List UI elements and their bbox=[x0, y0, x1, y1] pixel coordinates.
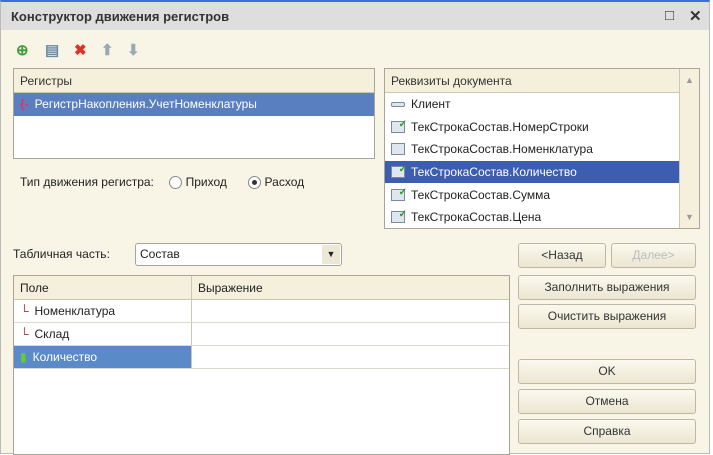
table-row[interactable]: └ Номенклатура bbox=[14, 300, 509, 323]
move-up-icon[interactable]: ⬆ bbox=[101, 41, 114, 59]
add-copy-icon[interactable]: ▤ bbox=[45, 41, 59, 59]
add-icon[interactable]: ⊕ bbox=[16, 41, 29, 59]
dimension-icon: └ bbox=[20, 304, 29, 318]
registers-header: Регистры bbox=[14, 69, 374, 93]
title-bar: Конструктор движения регистров □ ✕ bbox=[1, 2, 709, 30]
scrollbar[interactable]: ▲ ▼ bbox=[679, 69, 699, 228]
move-down-icon[interactable]: ⬇ bbox=[127, 41, 140, 59]
list-item[interactable]: ТекСтрокаСостав.Номенклатура bbox=[385, 138, 679, 161]
resource-icon: ▮ bbox=[20, 350, 27, 364]
table-attribute-icon bbox=[391, 204, 407, 226]
radio-expense[interactable]: Расход bbox=[248, 175, 304, 190]
fill-expressions-button[interactable]: Заполнить выражения bbox=[518, 275, 696, 300]
table-row[interactable]: ▮ Количество bbox=[14, 346, 509, 369]
scroll-up-icon[interactable]: ▲ bbox=[680, 75, 699, 85]
table-row[interactable]: └ Склад bbox=[14, 323, 509, 346]
movement-type-group: Тип движения регистра: Приход Расход bbox=[20, 175, 304, 190]
register-icon: {- bbox=[20, 97, 29, 112]
list-item[interactable]: ТекСтрокаСостав.Сумма bbox=[385, 182, 679, 206]
scroll-down-icon[interactable]: ▼ bbox=[680, 212, 699, 222]
list-item-label: РегистрНакопления.УчетНоменклатуры bbox=[34, 97, 257, 112]
list-item[interactable]: Клиент bbox=[385, 93, 679, 116]
help-button[interactable]: Справка bbox=[518, 419, 696, 444]
fields-table[interactable]: Поле Выражение └ Номенклатура └ Склад ▮ Кол… bbox=[13, 275, 510, 455]
table-attribute-icon bbox=[391, 159, 407, 181]
table-attribute-icon bbox=[391, 114, 407, 136]
registers-list[interactable]: Регистры {- РегистрНакопления.УчетНоменк… bbox=[13, 68, 375, 159]
requisites-header: Реквизиты документа bbox=[385, 69, 699, 93]
attribute-icon bbox=[391, 101, 405, 107]
tabular-part-label: Табличная часть: bbox=[13, 247, 110, 261]
maximize-icon[interactable]: □ bbox=[665, 7, 674, 24]
close-icon[interactable]: ✕ bbox=[689, 7, 702, 25]
requisites-list[interactable]: Реквизиты документа Клиент ТекСтрокаСост… bbox=[384, 68, 700, 229]
dialog-window: Конструктор движения регистров □ ✕ ⊕ ▤ ✖… bbox=[0, 0, 710, 455]
list-item[interactable]: ТекСтрокаСостав.НомерСтроки bbox=[385, 114, 679, 139]
window-title: Конструктор движения регистров bbox=[11, 9, 230, 24]
clear-expressions-button[interactable]: Очистить выражения bbox=[518, 304, 696, 329]
back-button[interactable]: <Назад bbox=[518, 243, 606, 268]
tabular-part-select[interactable]: Состав ▼ bbox=[135, 243, 342, 266]
column-header-expression[interactable]: Выражение bbox=[192, 276, 509, 299]
next-button[interactable]: Далее> bbox=[611, 243, 696, 268]
list-item[interactable]: ТекСтрокаСостав.Цена bbox=[385, 204, 679, 228]
cancel-button[interactable]: Отмена bbox=[518, 389, 696, 414]
list-item[interactable]: ТекСтрокаСостав.Количество bbox=[385, 159, 679, 184]
table-attribute-icon bbox=[391, 143, 405, 156]
list-item[interactable]: {- РегистрНакопления.УчетНоменклатуры bbox=[14, 93, 374, 116]
movement-type-label: Тип движения регистра: bbox=[20, 175, 154, 189]
radio-income[interactable]: Приход bbox=[169, 175, 227, 190]
column-header-field[interactable]: Поле bbox=[14, 276, 192, 299]
delete-icon[interactable]: ✖ bbox=[74, 41, 87, 59]
ok-button[interactable]: OK bbox=[518, 359, 696, 384]
dimension-icon: └ bbox=[20, 327, 29, 341]
table-attribute-icon bbox=[391, 182, 407, 204]
chevron-down-icon[interactable]: ▼ bbox=[322, 245, 340, 264]
